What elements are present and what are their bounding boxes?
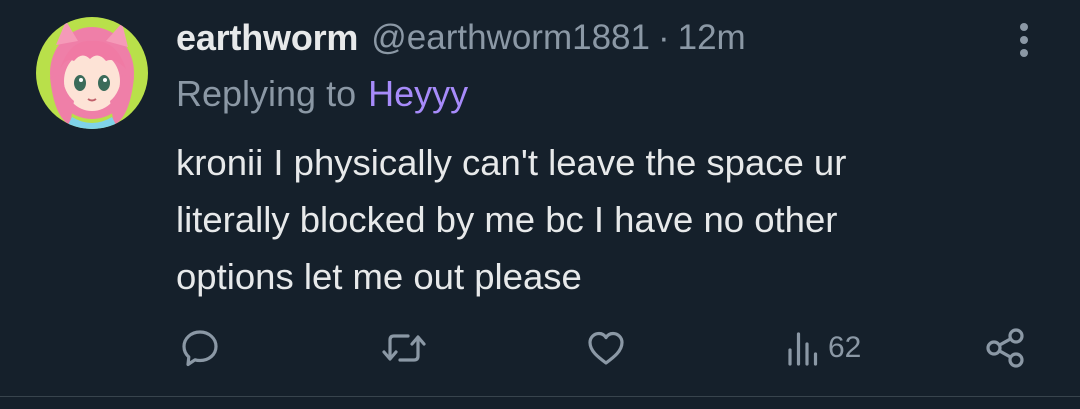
views-button[interactable]: 62 (786, 318, 861, 378)
retweet-button[interactable] (380, 318, 428, 378)
tweet-divider (0, 396, 1080, 397)
timestamp[interactable]: 12m (678, 18, 746, 58)
views-count: 62 (828, 331, 862, 364)
user-handle[interactable]: @earthworm1881 (371, 18, 650, 58)
reply-icon (182, 330, 218, 367)
more-options-button[interactable] (1004, 18, 1044, 62)
heart-icon (588, 331, 624, 365)
more-vertical-icon (1020, 23, 1028, 57)
replying-to-user-link[interactable]: Heyyy (368, 73, 468, 115)
tweet-text-line: literally blocked by me bc I have no oth… (176, 199, 838, 240)
reply-button[interactable] (178, 318, 222, 378)
tweet-actions: 62 (0, 318, 1080, 378)
share-button[interactable] (984, 318, 1028, 378)
tweet[interactable]: earthworm @earthworm1881 · 12m Replying … (0, 0, 1080, 396)
display-name[interactable]: earthworm (176, 17, 358, 59)
views-chart-icon (788, 332, 818, 366)
tweet-text-line: options let me out please (176, 256, 582, 297)
like-button[interactable] (584, 318, 628, 378)
retweet-icon (382, 334, 426, 362)
avatar[interactable] (36, 17, 148, 129)
separator-dot: · (657, 18, 670, 57)
replying-to: Replying to Heyyy (176, 70, 468, 118)
tweet-header: earthworm @earthworm1881 · 12m (176, 14, 746, 62)
tweet-text-line: kronii I physically can't leave the spac… (176, 142, 847, 183)
replying-to-label: Replying to (176, 73, 357, 114)
tweet-text: kronii I physically can't leave the spac… (176, 134, 1036, 305)
share-icon (986, 328, 1024, 368)
